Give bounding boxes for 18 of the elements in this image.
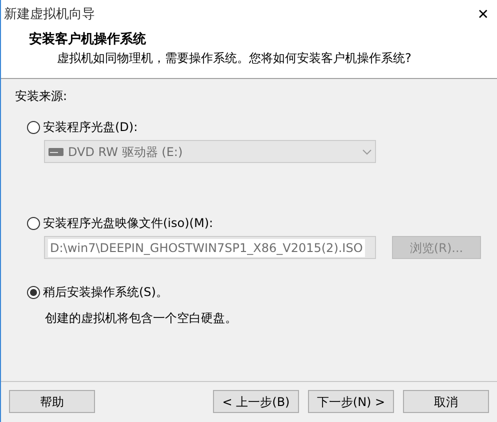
radio-button[interactable] [27,216,40,230]
option-label[interactable]: 稍后安装操作系统(S)。 [27,284,168,300]
option-label[interactable]: 安装程序光盘(D): [27,119,138,135]
radio-button[interactable] [27,120,40,134]
step-title: 安装客户机操作系统 [29,31,147,49]
section-label: 安装来源: [15,88,68,104]
dialog-button[interactable]: < 上一步(B) [213,390,299,413]
dialog-button[interactable]: 帮助 [9,390,95,413]
chevron-down-icon [362,148,372,154]
dialog-button[interactable]: 下一步(N) > [308,390,394,413]
disc-drive-icon [48,146,64,158]
dialog-button[interactable]: 取消 [403,390,489,413]
radio-button[interactable] [27,286,40,298]
close-button[interactable]: ✕ [477,8,489,22]
option-label[interactable]: 安装程序光盘映像文件(iso)(M): [27,215,214,231]
step-description: 虚拟机如同物理机，需要操作系统。您将如何安装客户机操作系统? [56,50,412,67]
option-description: 创建的虚拟机将包含一个空白硬盘。 [44,310,237,327]
window-title: 新建虚拟机向导 [4,6,95,24]
